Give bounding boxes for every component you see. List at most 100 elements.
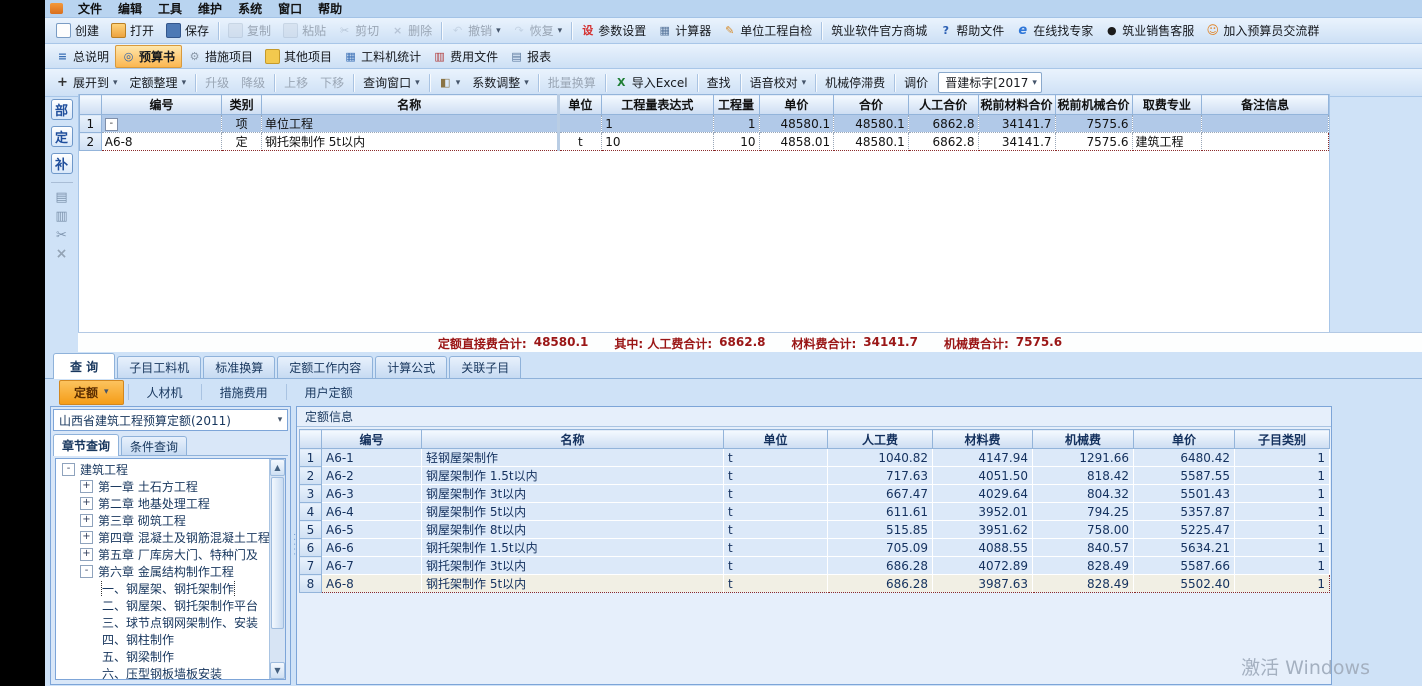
cell-labor[interactable]: 6862.8 (908, 115, 978, 133)
menu-item[interactable]: 系统 (230, 0, 270, 18)
cell-code[interactable]: A6-8 (101, 133, 221, 151)
quota-row[interactable]: 4 A6-4 钢屋架制作 5t以内 t 611.61 3952.01 794.2… (300, 503, 1330, 521)
toolbar-button[interactable]: 保存 (160, 20, 215, 41)
view-button[interactable]: 总说明 (50, 46, 115, 67)
toolbar-button[interactable]: 复制 (222, 20, 277, 41)
row-number[interactable]: 1 (80, 115, 102, 133)
toolbar-button[interactable] (538, 74, 539, 92)
toolbar-button[interactable]: 展开到 ▾ (50, 72, 124, 93)
toolbar-button[interactable]: 创建 (50, 20, 105, 41)
toolbar-button[interactable]: 查找 (701, 72, 737, 93)
expand-toggle-icon[interactable]: - (105, 118, 118, 131)
toolbar-button[interactable]: 晋建标字[2017 ▾ (938, 72, 1042, 93)
cell-fee-major[interactable]: 建筑工程 (1132, 133, 1202, 151)
cell-labor[interactable]: 6862.8 (908, 133, 978, 151)
tree-toggle-icon[interactable]: + (80, 480, 93, 493)
tree-item[interactable]: + 第一章 土石方工程 (56, 478, 269, 495)
cell-name[interactable]: 钢屋架制作 1.5t以内 (422, 467, 724, 485)
chevron-down-icon[interactable]: ▾ (273, 415, 287, 425)
cell-name[interactable]: 单位工程 (261, 115, 558, 133)
tree-item[interactable]: 一、钢屋架、钢托架制作 (56, 580, 269, 597)
tree-item[interactable]: 五、钢梁制作 (56, 648, 269, 665)
cell-code[interactable]: A6-8 (322, 575, 422, 593)
quota-row[interactable]: 2 A6-2 钢屋架制作 1.5t以内 t 717.63 4051.50 818… (300, 467, 1330, 485)
cell-name[interactable]: 钢托架制作 5t以内 (261, 133, 558, 151)
toolbar-button[interactable]: 筑业软件官方商城 (825, 20, 933, 41)
cell-name[interactable]: 钢托架制作 5t以内 (422, 575, 724, 593)
menu-item[interactable]: 编辑 (110, 0, 150, 18)
toolbar-button[interactable] (218, 22, 219, 40)
cell-unit[interactable]: t (724, 557, 828, 575)
cell-code[interactable]: A6-7 (322, 557, 422, 575)
cell-material[interactable]: 34141.7 (978, 115, 1055, 133)
side-toolbar-button[interactable] (55, 248, 68, 261)
cell-price[interactable]: 5501.43 (1134, 485, 1235, 503)
side-toolbar-button[interactable] (51, 182, 73, 183)
quota-row[interactable]: 6 A6-6 钢托架制作 1.5t以内 t 705.09 4088.55 840… (300, 539, 1330, 557)
cell-subcategory[interactable]: 1 (1235, 485, 1330, 503)
query-tab[interactable]: 标准换算 (203, 356, 275, 378)
side-toolbar-button[interactable] (55, 191, 68, 204)
cell-name[interactable]: 钢托架制作 1.5t以内 (422, 539, 724, 557)
toolbar-button[interactable]: 筑业销售客服 (1099, 20, 1200, 41)
cell-category[interactable]: 项 (222, 115, 262, 133)
cell-machine[interactable]: 840.57 (1033, 539, 1134, 557)
cell-labor[interactable]: 667.47 (828, 485, 933, 503)
cell-total[interactable]: 48580.1 (834, 133, 909, 151)
query-tab[interactable]: 计算公式 (375, 356, 447, 378)
cell-labor[interactable]: 705.09 (828, 539, 933, 557)
side-toolbar-button[interactable] (55, 229, 68, 242)
cell-labor[interactable]: 686.28 (828, 575, 933, 593)
cell-code[interactable]: A6-4 (322, 503, 422, 521)
toolbar-button[interactable]: 粘贴 (277, 20, 332, 41)
cell-code[interactable]: A6-2 (322, 467, 422, 485)
cell-subcategory[interactable]: 1 (1235, 449, 1330, 467)
toolbar-button[interactable] (605, 74, 606, 92)
tree-item[interactable]: - 第六章 金属结构制作工程 (56, 563, 269, 580)
toolbar-button[interactable] (353, 74, 354, 92)
cell-qty-expr[interactable]: 10 (602, 133, 713, 151)
chapter-tab[interactable]: 章节查询 (53, 434, 119, 456)
cell-machine[interactable]: 7575.6 (1055, 115, 1132, 133)
cell-subcategory[interactable]: 1 (1235, 557, 1330, 575)
cell-material[interactable]: 4072.89 (933, 557, 1033, 575)
toolbar-button[interactable]: 语音校对 ▾ (744, 72, 813, 93)
cell-unit[interactable]: t (724, 449, 828, 467)
cell-unit[interactable]: t (724, 503, 828, 521)
quota-row[interactable]: 1 A6-1 轻钢屋架制作 t 1040.82 4147.94 1291.66 … (300, 449, 1330, 467)
cell-category[interactable]: 定 (222, 133, 262, 151)
cell-name[interactable]: 钢屋架制作 5t以内 (422, 503, 724, 521)
cell-material[interactable]: 4147.94 (933, 449, 1033, 467)
toolbar-button[interactable] (894, 74, 895, 92)
toolbar-button[interactable]: 下移 (314, 72, 350, 93)
menu-item[interactable]: 文件 (70, 0, 110, 18)
toolbar-button[interactable]: 计算器 (652, 20, 717, 41)
cell-price[interactable]: 5357.87 (1134, 503, 1235, 521)
toolbar-button[interactable] (697, 74, 698, 92)
cell-labor[interactable]: 611.61 (828, 503, 933, 521)
toolbar-button[interactable] (571, 22, 572, 40)
cell-labor[interactable]: 515.85 (828, 521, 933, 539)
cell-qty[interactable]: 1 (713, 115, 759, 133)
toolbar-button[interactable] (815, 74, 816, 92)
tree-item[interactable]: + 第三章 砌筑工程 (56, 512, 269, 529)
toolbar-button[interactable]: ▾ (433, 74, 467, 91)
row-number[interactable]: 4 (300, 503, 322, 521)
scroll-up-icon[interactable]: ▲ (270, 459, 285, 476)
query-tab[interactable]: 查 询 (53, 353, 115, 379)
cell-machine[interactable]: 804.32 (1033, 485, 1134, 503)
view-button[interactable]: 费用文件 (427, 46, 504, 67)
cell-price[interactable]: 5634.21 (1134, 539, 1235, 557)
tree-toggle-icon[interactable]: - (62, 463, 75, 476)
toolbar-button[interactable] (195, 74, 196, 92)
toolbar-button[interactable]: 单位工程自检 (717, 20, 818, 41)
cell-labor[interactable]: 686.28 (828, 557, 933, 575)
cell-material[interactable]: 3951.62 (933, 521, 1033, 539)
side-toolbar-button[interactable]: 定 (51, 126, 73, 147)
cell-unit[interactable]: t (724, 485, 828, 503)
side-toolbar-button[interactable] (55, 210, 68, 223)
cell-subcategory[interactable]: 1 (1235, 467, 1330, 485)
query-subtab[interactable] (201, 384, 202, 400)
cell-subcategory[interactable]: 1 (1235, 575, 1330, 593)
cell-price[interactable]: 4858.01 (759, 133, 834, 151)
